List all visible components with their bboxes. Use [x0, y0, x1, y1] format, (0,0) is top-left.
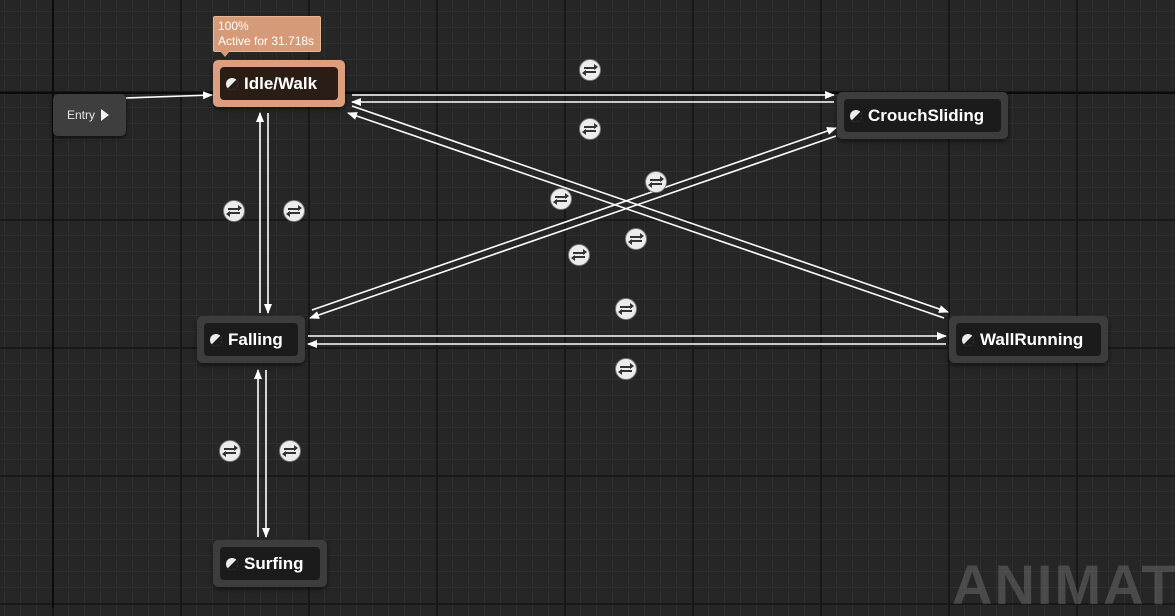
state-idle-walk[interactable]: Idle/Walk [213, 60, 345, 107]
link-falling-crouch[interactable] [311, 127, 837, 311]
state-half-circle-icon [226, 77, 238, 90]
tooltip-weight: 100% [218, 19, 249, 33]
transition-rule-icon[interactable] [283, 200, 305, 222]
transition-rule-icon[interactable] [615, 358, 637, 380]
transition-rule-icon[interactable] [579, 59, 601, 81]
state-idle-walk-label: Idle/Walk [244, 73, 318, 93]
entry-arrow-icon[interactable] [101, 109, 110, 121]
state-surfing[interactable]: Surfing [213, 540, 327, 587]
state-wall-running-label: WallRunning [980, 329, 1084, 349]
state-falling-body: Falling [204, 323, 298, 356]
state-half-circle-icon [210, 333, 222, 346]
transition-rule-icon[interactable] [550, 188, 572, 210]
state-wall-running[interactable]: WallRunning [949, 316, 1108, 363]
state-crouch-sliding-body: CrouchSliding [844, 99, 1001, 132]
state-half-circle-icon [850, 109, 862, 122]
state-crouch-sliding[interactable]: CrouchSliding [837, 92, 1008, 139]
transition-rule-icon[interactable] [579, 118, 601, 140]
transition-rule-icon[interactable] [615, 298, 637, 320]
state-falling[interactable]: Falling [197, 316, 305, 363]
transition-rule-icon[interactable] [223, 200, 245, 222]
tooltip-active-time: Active for 31.718s [218, 34, 315, 48]
transition-rule-icon[interactable] [279, 440, 301, 462]
state-half-circle-icon [226, 557, 238, 570]
state-wall-running-body: WallRunning [956, 323, 1101, 356]
entry-label: Entry [67, 108, 96, 122]
graph-type-watermark: ANIMATI [952, 553, 1175, 616]
state-falling-label: Falling [228, 329, 283, 349]
link-entry-idle[interactable] [125, 91, 213, 100]
link-crouch-falling[interactable] [309, 135, 837, 319]
link-wallrun-idle[interactable] [347, 112, 945, 319]
transition-rule-icon[interactable] [645, 171, 667, 193]
active-state-tooltip: 100% Active for 31.718s [213, 16, 321, 57]
state-idle-walk-body: Idle/Walk [220, 67, 338, 100]
transition-rule-icon[interactable] [568, 244, 590, 266]
state-surfing-body: Surfing [220, 547, 320, 580]
state-half-circle-icon [962, 333, 974, 346]
transition-rule-icon[interactable] [625, 228, 647, 250]
state-surfing-label: Surfing [244, 553, 304, 573]
state-crouch-sliding-label: CrouchSliding [868, 105, 985, 125]
entry-node[interactable]: Entry [53, 94, 126, 136]
transition-rule-icon[interactable] [219, 440, 241, 462]
